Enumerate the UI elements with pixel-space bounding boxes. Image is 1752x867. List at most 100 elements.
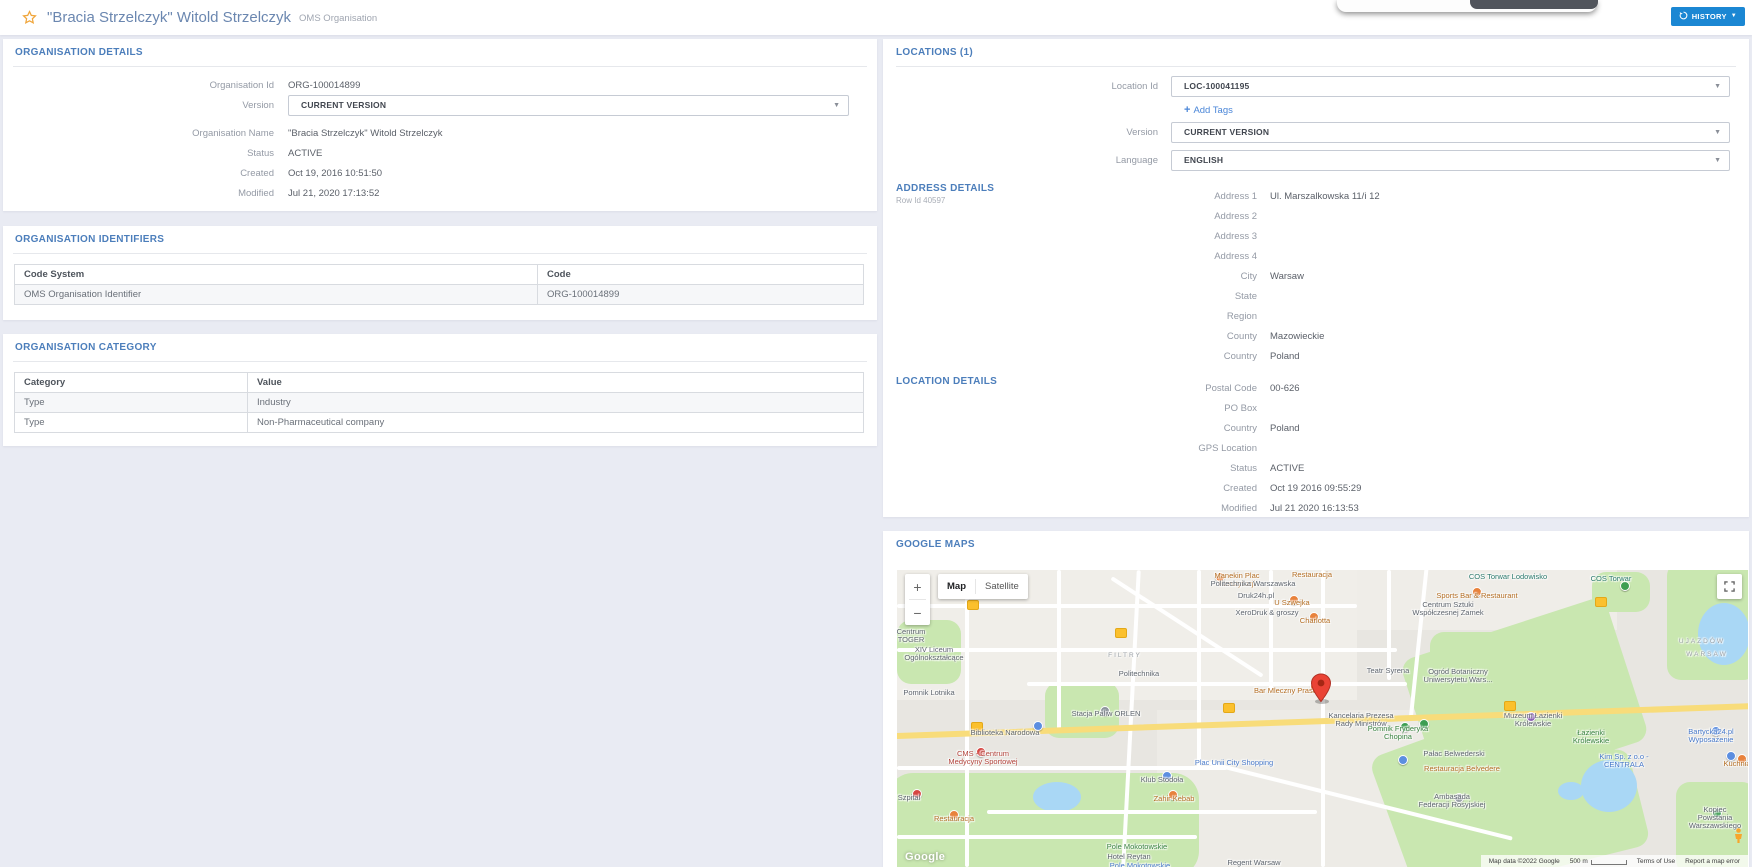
field-label: City <box>896 271 1270 282</box>
chevron-down-icon: ▼ <box>1731 13 1737 19</box>
map-label: FILTRY <box>1108 652 1142 660</box>
favorite-star-icon[interactable] <box>22 10 37 25</box>
map-label: Restauracja <box>1292 571 1332 579</box>
map-label: Szpital <box>898 794 921 802</box>
field-value: Jul 21 2020 16:13:53 <box>1270 503 1359 514</box>
map-label: Ogród Botaniczny Uniwersytetu Wars... <box>1424 668 1493 684</box>
table-row: Type Industry <box>15 393 864 413</box>
field-label: Address 1 <box>896 191 1270 202</box>
table-cell: Type <box>15 393 248 413</box>
organisation-identifiers-panel: ORGANISATION IDENTIFIERS Code System Cod… <box>3 226 877 320</box>
section-title-organisation-details: ORGANISATION DETAILS <box>15 47 143 58</box>
divider <box>13 361 867 362</box>
map-label: Pole Mokotowskie <box>1110 862 1170 867</box>
field-label: Version <box>883 127 1171 138</box>
page-title: "Bracia Strzelczyk" Witold Strzelczyk <box>47 9 291 26</box>
report-map-error-link[interactable]: Report a map error <box>1685 858 1740 865</box>
map-label: Ambasada Federacji Rosyjskiej <box>1419 793 1486 809</box>
field-row: Address 4 <box>896 246 1736 266</box>
column-header: Value <box>248 373 864 393</box>
field-row: Language ENGLISH ▼ <box>883 150 1730 170</box>
overlay-artifact-dark <box>1470 0 1598 9</box>
map-label: Klub Stodoła <box>1141 776 1184 784</box>
field-label: Modified <box>3 188 288 199</box>
map-view-button[interactable]: Map <box>938 581 975 592</box>
identifiers-table: Code System Code OMS Organisation Identi… <box>14 264 864 305</box>
map-label: Łazienki Królewskie <box>1573 729 1609 745</box>
table-row: Type Non-Pharmaceutical company <box>15 413 864 433</box>
field-label: Country <box>896 423 1270 434</box>
field-row: Version CURRENT VERSION ▼ <box>3 95 863 115</box>
history-button[interactable]: HISTORY ▼ <box>1671 7 1745 26</box>
field-row: State <box>896 286 1736 306</box>
satellite-view-button[interactable]: Satellite <box>976 581 1028 592</box>
field-value: ACTIVE <box>1270 463 1304 474</box>
field-label: Address 2 <box>896 211 1270 222</box>
field-row: PO Box <box>896 398 1736 418</box>
map-canvas[interactable]: Manekin Plac KonstytucjiRestauracjaCOS T… <box>897 570 1748 867</box>
column-header: Code <box>538 265 864 285</box>
table-cell: Industry <box>248 393 864 413</box>
add-tags-link[interactable]: + Add Tags <box>1184 104 1233 116</box>
map-label: Zahir Kebab <box>1154 795 1195 803</box>
field-row: Postal Code00-626 <box>896 378 1736 398</box>
field-row: Version CURRENT VERSION ▼ <box>883 122 1730 142</box>
map-label: Restauracja <box>934 815 974 823</box>
version-select[interactable]: CURRENT VERSION ▼ <box>1171 122 1730 143</box>
map-label: COS Torwar Lodowisko <box>1469 573 1547 581</box>
map-scale-bracket <box>1591 860 1627 865</box>
section-title-organisation-identifiers: ORGANISATION IDENTIFIERS <box>15 234 164 245</box>
field-row: StatusACTIVE <box>896 458 1736 478</box>
field-row: Address 3 <box>896 226 1736 246</box>
location-id-select[interactable]: LOC-100041195 ▼ <box>1171 76 1730 97</box>
table-header-row: Code System Code <box>15 265 864 285</box>
map-label: WARSAW <box>1686 651 1728 659</box>
map-label: Restauracja Belvedere <box>1424 765 1500 773</box>
version-select[interactable]: CURRENT VERSION ▼ <box>288 95 849 116</box>
map-label: XeroDruk & groszy <box>1236 609 1299 617</box>
google-logo[interactable]: Google <box>905 851 945 863</box>
map-label: U Szwejka <box>1274 599 1309 607</box>
map-marker-pin[interactable] <box>1310 673 1332 708</box>
address-details-rows: Address 1Ul. Marszalkowska 11/i 12Addres… <box>896 186 1736 366</box>
field-value: Mazowieckie <box>1270 331 1324 342</box>
table-cell: OMS Organisation Identifier <box>15 285 538 305</box>
field-row: CreatedOct 19 2016 09:55:29 <box>896 478 1736 498</box>
map-attribution-bar: Map data ©2022 Google 500 m Terms of Use… <box>1481 855 1748 867</box>
poi-marker-icon[interactable] <box>1398 755 1408 765</box>
map-label: Plac Unii City Shopping <box>1195 759 1273 767</box>
field-row: Region <box>896 306 1736 326</box>
zoom-in-button[interactable]: + <box>905 574 930 599</box>
field-label: State <box>896 291 1270 302</box>
route-badge <box>1223 703 1235 713</box>
field-row: Location Id LOC-100041195 ▼ <box>883 76 1730 96</box>
terms-of-use-link[interactable]: Terms of Use <box>1637 858 1675 865</box>
field-label: Status <box>896 463 1270 474</box>
divider <box>896 66 1736 67</box>
field-value: Poland <box>1270 423 1300 434</box>
route-badge <box>967 600 979 610</box>
map-label: Muzeum Łazienki Królewskie <box>1504 712 1562 728</box>
field-row: CountryPoland <box>896 346 1736 366</box>
language-select[interactable]: ENGLISH ▼ <box>1171 150 1730 171</box>
fullscreen-button[interactable] <box>1717 574 1742 599</box>
organisation-details-panel: ORGANISATION DETAILS Organisation Id ORG… <box>3 39 877 211</box>
field-label: Modified <box>896 503 1270 514</box>
history-icon <box>1679 11 1688 22</box>
pegman-icon[interactable] <box>1733 828 1744 849</box>
map-label: Kopiec Powstania Warszawskiego <box>1689 806 1741 830</box>
field-label: Created <box>3 168 288 179</box>
field-value: Jul 21, 2020 17:13:52 <box>288 188 379 199</box>
field-row: Created Oct 19, 2016 10:51:50 <box>3 163 863 183</box>
map-label: Pomnik Fryderyka Chopina <box>1368 725 1428 741</box>
selected-option: CURRENT VERSION <box>289 100 386 110</box>
field-label: County <box>896 331 1270 342</box>
map-label: Politechnika <box>1119 670 1159 678</box>
field-label: Postal Code <box>896 383 1270 394</box>
map-label: COS Torwar <box>1591 575 1632 583</box>
map-label: Stacja Paliw ORLEN <box>1072 710 1141 718</box>
map-label: Charlotta <box>1300 617 1330 625</box>
field-row: Modified Jul 21, 2020 17:13:52 <box>3 183 863 203</box>
zoom-out-button[interactable]: − <box>905 600 930 625</box>
map-label: Druk24h.pl <box>1238 592 1274 600</box>
